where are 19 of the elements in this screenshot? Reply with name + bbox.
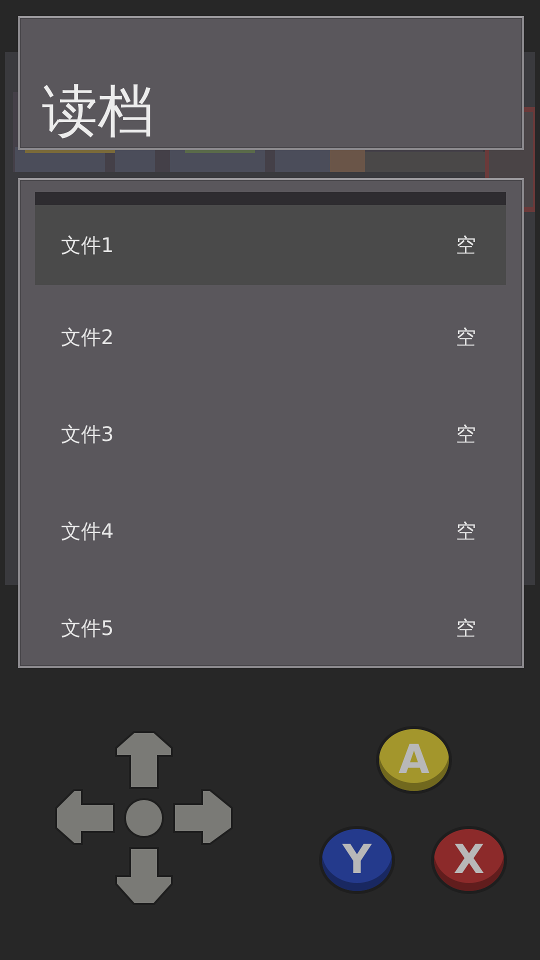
slot-name: 文件5 <box>61 615 114 642</box>
slot-name: 文件2 <box>61 324 114 351</box>
slot-status: 空 <box>456 324 476 351</box>
save-slot[interactable]: 文件4 空 <box>35 483 506 580</box>
slot-status: 空 <box>456 615 476 642</box>
slot-status: 空 <box>456 421 476 448</box>
save-slot[interactable]: 文件3 空 <box>35 386 506 483</box>
slot-name: 文件1 <box>61 232 114 258</box>
save-slot[interactable]: 文件5 空 <box>35 580 506 666</box>
dpad-drawing[interactable] <box>54 728 234 908</box>
slot-name: 文件3 <box>61 421 114 448</box>
save-slot[interactable]: 文件2 空 <box>35 289 506 386</box>
slot-name: 文件4 <box>61 518 114 545</box>
window-title: 读档 <box>42 84 154 140</box>
slot-status: 空 <box>456 518 476 545</box>
x-button[interactable]: X <box>431 826 507 894</box>
slot-status: 空 <box>456 232 476 258</box>
save-slot[interactable]: 文件1 空 <box>35 192 506 285</box>
y-button[interactable]: Y <box>319 826 395 894</box>
